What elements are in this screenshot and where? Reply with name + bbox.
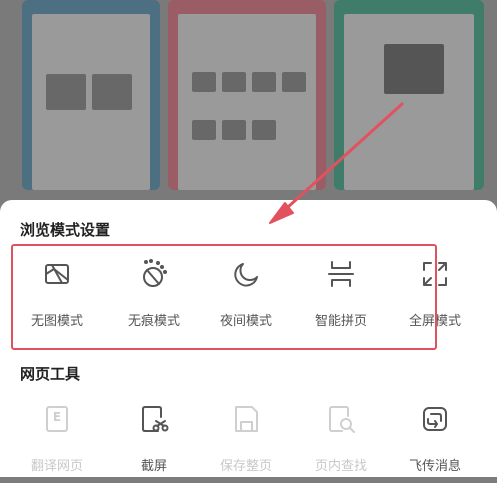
browsing-mode-title: 浏览模式设置 <box>20 221 111 239</box>
background-tab-card <box>334 0 484 190</box>
background-tab-card <box>22 0 160 190</box>
find-in-page-button[interactable]: 页内查找 <box>294 403 388 483</box>
translate-icon-glyph: E <box>52 410 62 424</box>
find-in-page-icon <box>325 403 357 435</box>
highlight-box <box>11 244 437 350</box>
screenshot-icon <box>138 403 170 435</box>
translate-icon: E <box>41 403 73 435</box>
save-page-label: 保存整页 <box>219 459 272 474</box>
web-tools-row: E 翻译网页 截屏 保存整页 页内查找 飞传消息 <box>0 403 497 483</box>
screenshot-button[interactable]: 截屏 <box>107 403 201 483</box>
send-message-button[interactable]: 飞传消息 <box>388 403 482 483</box>
save-page-button[interactable]: 保存整页 <box>199 403 293 483</box>
screenshot-label: 截屏 <box>140 459 167 474</box>
send-message-label: 飞传消息 <box>408 459 461 474</box>
find-in-page-label: 页内查找 <box>314 459 367 474</box>
background-tab-card <box>168 0 326 190</box>
save-page-icon <box>230 403 262 435</box>
translate-page-button[interactable]: E 翻译网页 <box>10 403 104 483</box>
background-overlay <box>0 0 497 200</box>
send-message-icon <box>419 403 451 435</box>
translate-page-label: 翻译网页 <box>30 459 83 474</box>
web-tools-title: 网页工具 <box>20 365 81 383</box>
